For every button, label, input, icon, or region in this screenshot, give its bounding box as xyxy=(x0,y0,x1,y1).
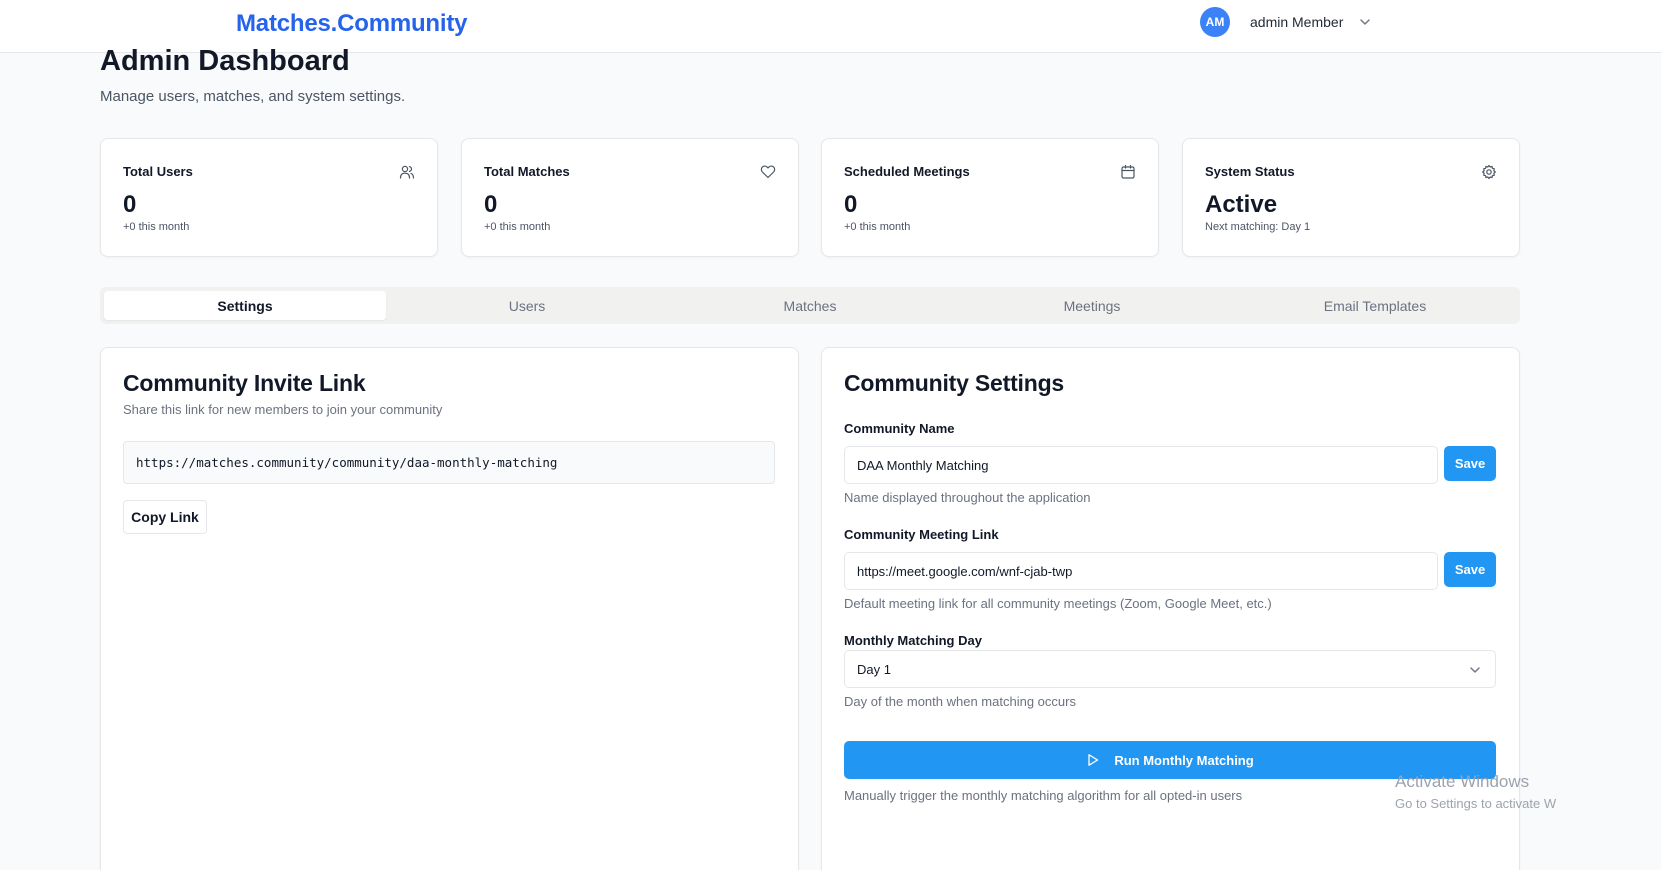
run-matching-help: Manually trigger the monthly matching al… xyxy=(844,788,1243,803)
page-subtitle: Manage users, matches, and system settin… xyxy=(100,88,406,105)
tab-users[interactable]: Users xyxy=(386,291,668,320)
community-name-label: Community Name xyxy=(844,421,955,436)
stat-note: Next matching: Day 1 xyxy=(1205,221,1311,233)
card-title: Community Settings xyxy=(844,370,1065,396)
stat-label: System Status xyxy=(1205,164,1295,179)
matching-day-select[interactable]: Day 1 xyxy=(844,650,1496,688)
tab-email-templates[interactable]: Email Templates xyxy=(1234,291,1516,320)
activate-windows-watermark-text: Go to Settings to activate W xyxy=(1395,796,1557,811)
calendar-icon xyxy=(1120,164,1136,180)
user-menu[interactable]: AM admin Member xyxy=(1200,7,1371,37)
meeting-link-help: Default meeting link for all community m… xyxy=(844,596,1272,611)
meeting-link-input[interactable]: https://meet.google.com/wnf-cjab-twp xyxy=(844,552,1438,590)
stat-value: 0 xyxy=(484,191,498,218)
stat-card-scheduled-meetings: Scheduled Meetings 0 +0 this month xyxy=(821,138,1159,257)
chevron-down-icon xyxy=(1469,664,1481,676)
users-icon xyxy=(399,164,415,180)
matching-day-value: Day 1 xyxy=(857,661,891,677)
tab-bar: Settings Users Matches Meetings Email Te… xyxy=(100,287,1520,324)
brand-logo[interactable]: Matches.Community xyxy=(236,10,468,38)
stat-value: Active xyxy=(1205,191,1278,218)
invite-link-field[interactable]: https://matches.community/community/daa-… xyxy=(123,441,775,484)
invite-link-card: Community Invite Link Share this link fo… xyxy=(100,347,799,870)
stat-card-system-status: System Status Active Next matching: Day … xyxy=(1182,138,1520,257)
card-title: Community Invite Link xyxy=(123,370,366,396)
tab-matches[interactable]: Matches xyxy=(669,291,951,320)
matching-day-help: Day of the month when matching occurs xyxy=(844,694,1076,709)
stat-value: 0 xyxy=(123,191,137,218)
tab-meetings[interactable]: Meetings xyxy=(951,291,1233,320)
stat-card-total-matches: Total Matches 0 +0 this month xyxy=(461,138,799,257)
copy-link-button[interactable]: Copy Link xyxy=(123,500,207,534)
stat-label: Scheduled Meetings xyxy=(844,164,970,179)
user-name[interactable]: admin Member xyxy=(1250,14,1343,30)
meeting-link-label: Community Meeting Link xyxy=(844,527,999,542)
avatar[interactable]: AM xyxy=(1200,7,1230,37)
matching-day-label: Monthly Matching Day xyxy=(844,633,982,648)
community-name-help: Name displayed throughout the applicatio… xyxy=(844,490,1091,505)
save-meeting-link-button[interactable]: Save xyxy=(1444,552,1496,587)
stat-card-total-users: Total Users 0 +0 this month xyxy=(100,138,438,257)
run-matching-label: Run Monthly Matching xyxy=(1114,752,1254,768)
heart-icon xyxy=(760,164,776,180)
chevron-down-icon[interactable] xyxy=(1359,16,1371,28)
community-name-input[interactable]: DAA Monthly Matching xyxy=(844,446,1438,484)
play-icon xyxy=(1086,753,1100,767)
page-title: Admin Dashboard xyxy=(100,45,350,77)
tab-settings[interactable]: Settings xyxy=(104,291,386,320)
card-description: Share this link for new members to join … xyxy=(123,402,443,417)
stat-label: Total Users xyxy=(123,164,193,179)
save-name-button[interactable]: Save xyxy=(1444,446,1496,481)
stat-value: 0 xyxy=(844,191,858,218)
gear-icon xyxy=(1481,164,1497,180)
stat-note: +0 this month xyxy=(123,221,190,233)
stat-label: Total Matches xyxy=(484,164,570,179)
activate-windows-watermark-title: Activate Windows xyxy=(1395,772,1530,791)
stat-note: +0 this month xyxy=(484,221,551,233)
stat-note: +0 this month xyxy=(844,221,911,233)
